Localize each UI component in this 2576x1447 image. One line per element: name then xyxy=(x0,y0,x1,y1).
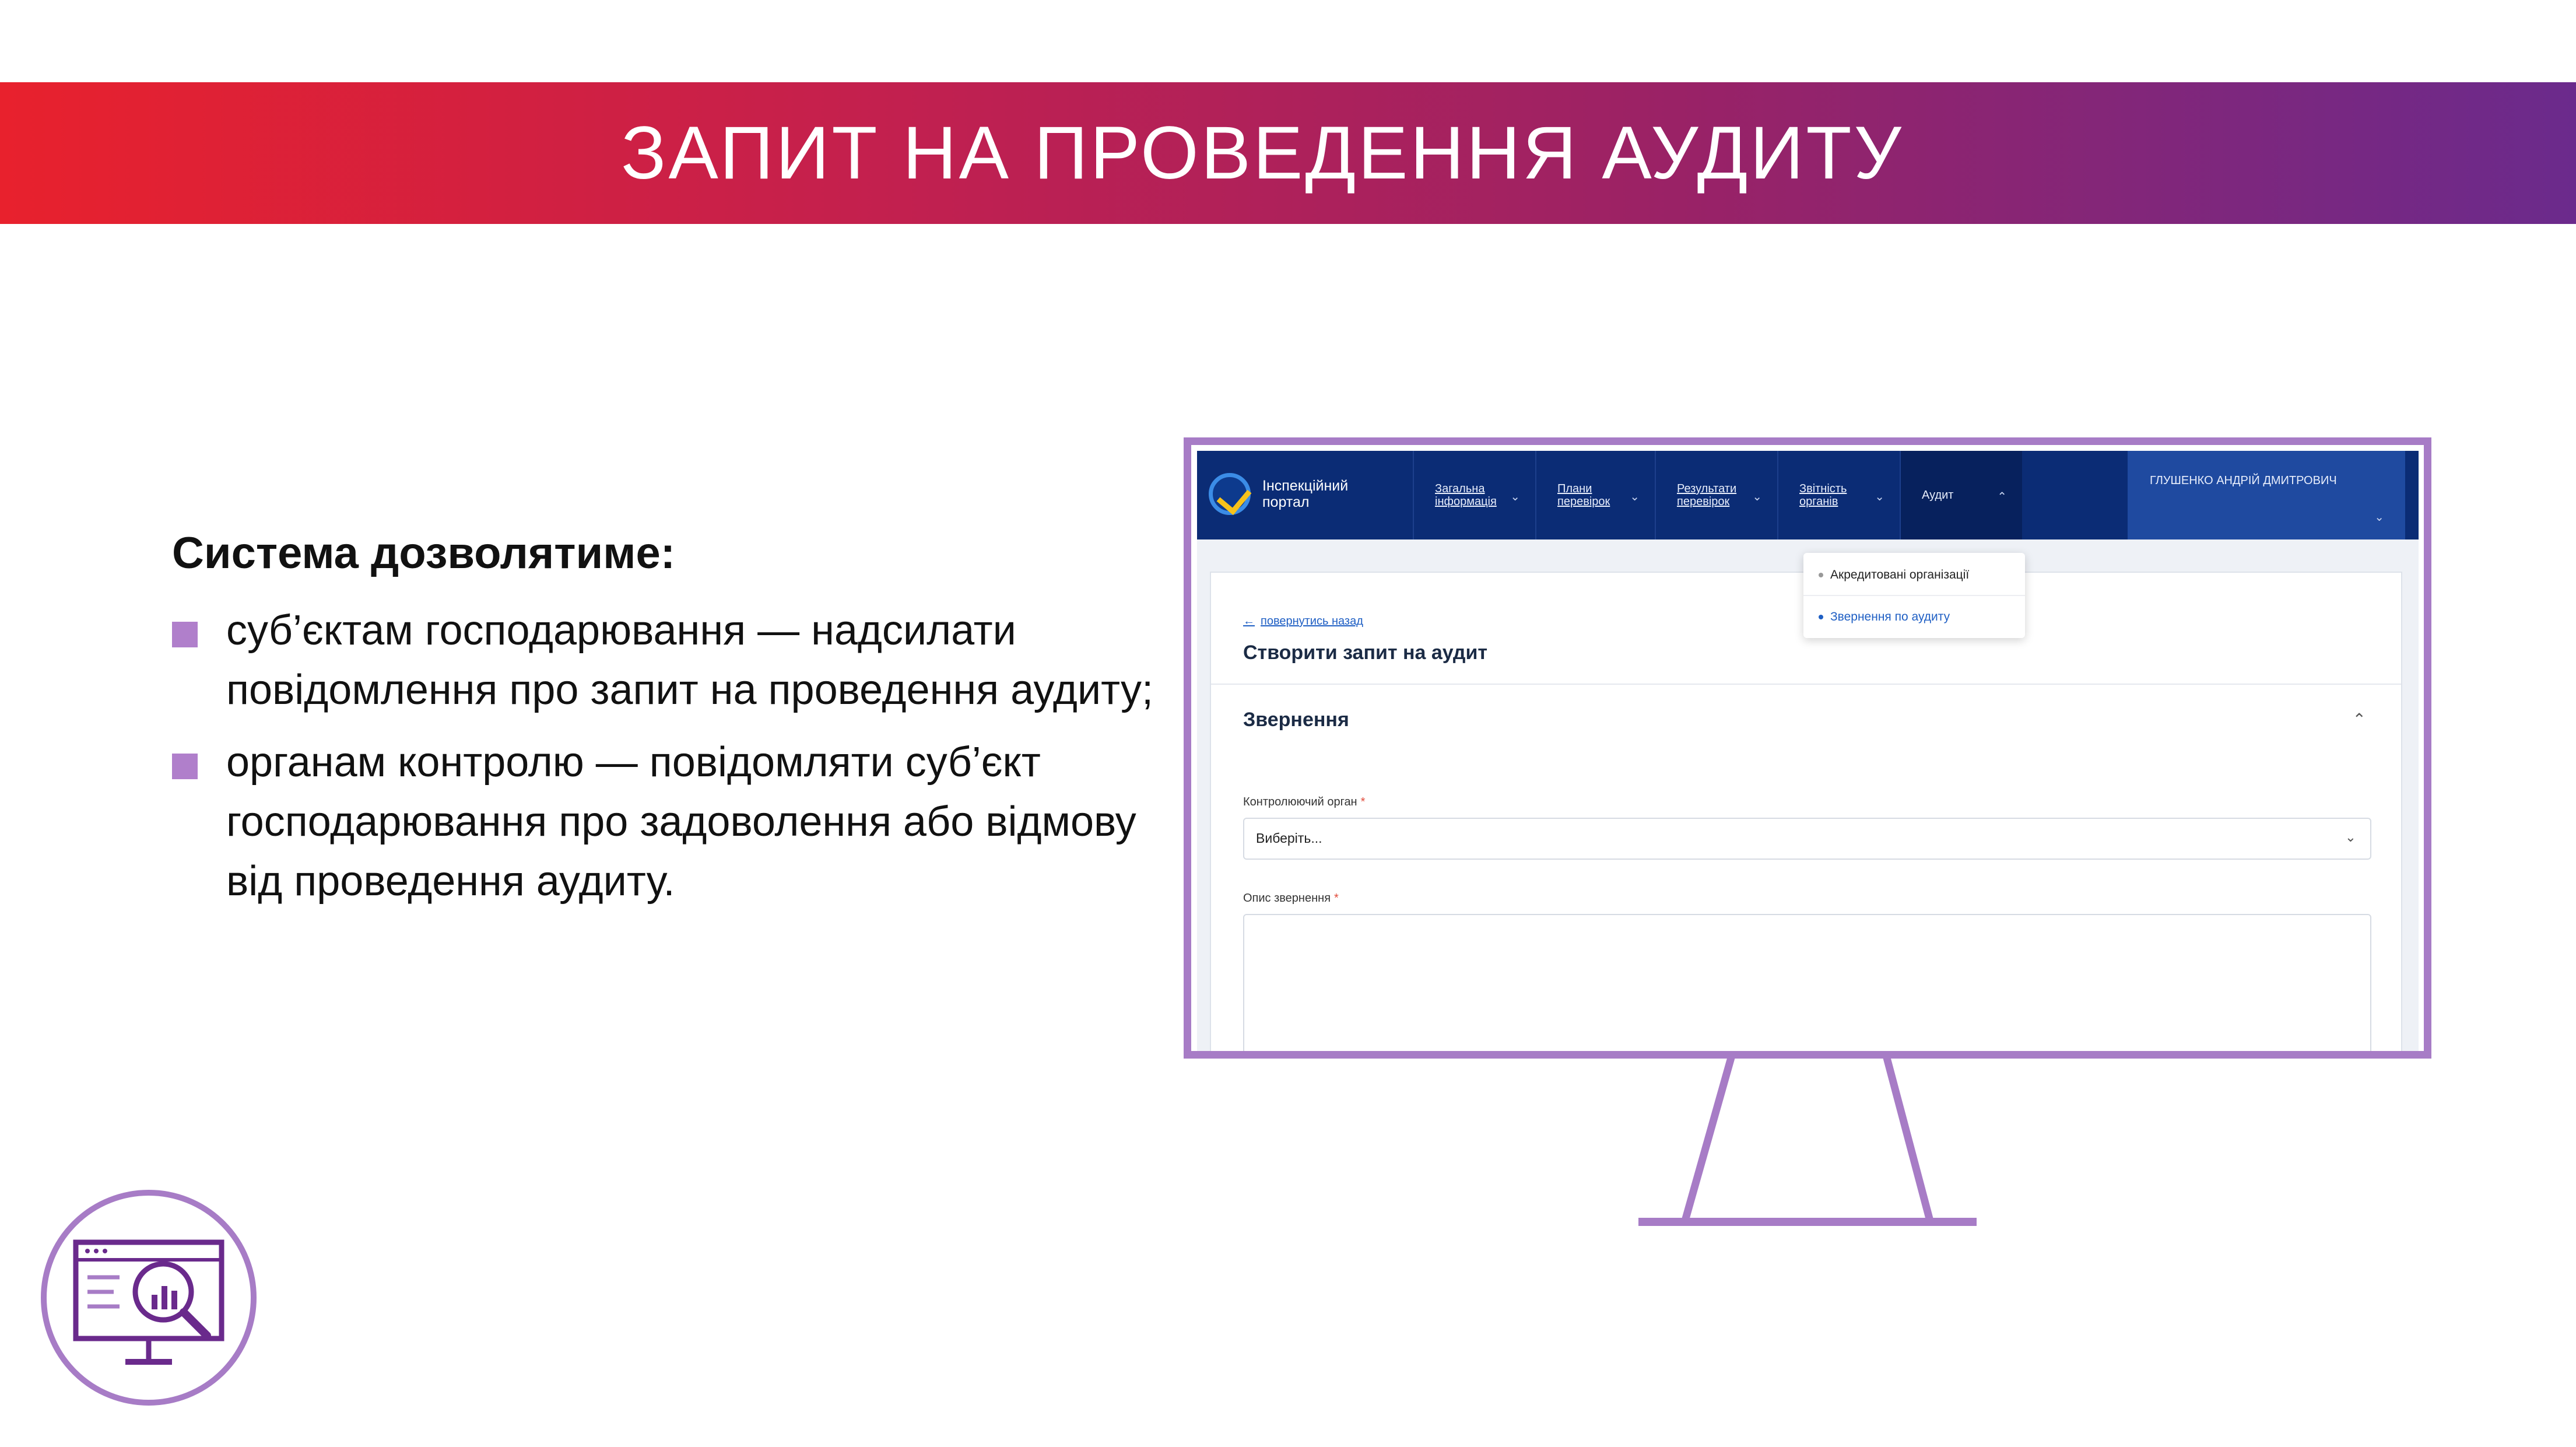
page-title: Створити запит на аудит xyxy=(1243,642,1487,664)
logo-text: Інспекційний портал xyxy=(1262,478,1349,510)
nav-item-audit[interactable]: Аудит ⌃ xyxy=(1900,451,2022,539)
bullet-dot-icon xyxy=(1819,573,1823,577)
text-block: Система дозволятиме: суб’єктам господарю… xyxy=(172,528,1163,924)
checkmark-circle-icon xyxy=(1209,473,1251,515)
bullet-text: суб’єктам господарювання — надсилати пов… xyxy=(226,607,1153,713)
list-heading: Система дозволятиме: xyxy=(172,528,676,578)
user-menu[interactable]: ГЛУШЕНКО АНДРІЙ ДМИТРОВИЧ ⌄ xyxy=(2128,451,2405,539)
description-label: Опис звернення * xyxy=(1243,892,1339,905)
chevron-down-icon: ⌄ xyxy=(1630,490,1640,503)
section-title: Звернення xyxy=(1243,709,1349,731)
nav-item-inspection-results[interactable]: Результати перевірок ⌄ xyxy=(1655,451,1777,539)
bullet-text: органам контролю — повідомляти суб’єкт г… xyxy=(226,739,1136,905)
bullet-square-icon xyxy=(172,754,198,779)
nav-item-general-info[interactable]: Загальна інформація ⌄ xyxy=(1413,451,1535,539)
chevron-down-icon: ⌄ xyxy=(1875,490,1884,503)
title-banner: ЗАПИТ НА ПРОВЕДЕННЯ АУДИТУ xyxy=(0,82,2576,224)
arrow-left-icon: ← xyxy=(1243,615,1255,628)
portal-navbar: Інспекційний портал Загальна інформація ⌄… xyxy=(1197,451,2419,539)
chevron-up-icon[interactable]: ⌃ xyxy=(2353,710,2366,729)
slide-title: ЗАПИТ НА ПРОВЕДЕННЯ АУДИТУ xyxy=(621,111,1904,195)
portal-screenshot: Інспекційний портал Загальна інформація ⌄… xyxy=(1197,451,2419,1051)
chevron-down-icon: ⌄ xyxy=(1752,490,1762,503)
user-name: ГЛУШЕНКО АНДРІЙ ДМИТРОВИЧ xyxy=(2150,474,2337,487)
dropdown-item-accredited[interactable]: Акредитовані організації xyxy=(1819,568,1969,582)
control-body-select[interactable]: Виберіть... ⌄ xyxy=(1243,818,2371,860)
nav-item-reports[interactable]: Звітність органів ⌄ xyxy=(1777,451,1900,539)
nav-item-inspection-plans[interactable]: Плани перевірок ⌄ xyxy=(1535,451,1655,539)
chevron-down-icon: ⌄ xyxy=(2374,511,2384,524)
bullet-list: суб’єктам господарювання — надсилати пов… xyxy=(172,601,1163,911)
chevron-down-icon: ⌄ xyxy=(1510,490,1520,503)
audit-dropdown-menu: Акредитовані організації Звернення по ау… xyxy=(1803,553,2025,638)
chevron-down-icon: ⌄ xyxy=(2345,829,2356,845)
description-textarea[interactable] xyxy=(1243,914,2371,1051)
divider xyxy=(1803,595,2025,596)
form-card: ← повернутись назад Створити запит на ауд… xyxy=(1210,572,2402,1051)
chevron-up-icon: ⌃ xyxy=(1997,490,2007,503)
control-body-label: Контролюючий орган * xyxy=(1243,796,1366,808)
bullet-item: органам контролю — повідомляти суб’єкт г… xyxy=(172,733,1163,911)
divider xyxy=(1211,684,2401,685)
bullet-item: суб’єктам господарювання — надсилати пов… xyxy=(172,601,1163,720)
monitor-stand xyxy=(1638,1054,1977,1226)
monitor-analytics-magnifier-icon xyxy=(41,1190,257,1406)
bullet-dot-icon xyxy=(1819,615,1823,619)
dropdown-item-audit-requests[interactable]: Звернення по аудиту xyxy=(1819,610,1950,624)
bullet-square-icon xyxy=(172,622,198,647)
monitor-screen: Інспекційний портал Загальна інформація ⌄… xyxy=(1184,437,2431,1059)
back-link[interactable]: ← повернутись назад xyxy=(1243,615,1363,628)
portal-logo[interactable]: Інспекційний портал xyxy=(1209,473,1379,515)
